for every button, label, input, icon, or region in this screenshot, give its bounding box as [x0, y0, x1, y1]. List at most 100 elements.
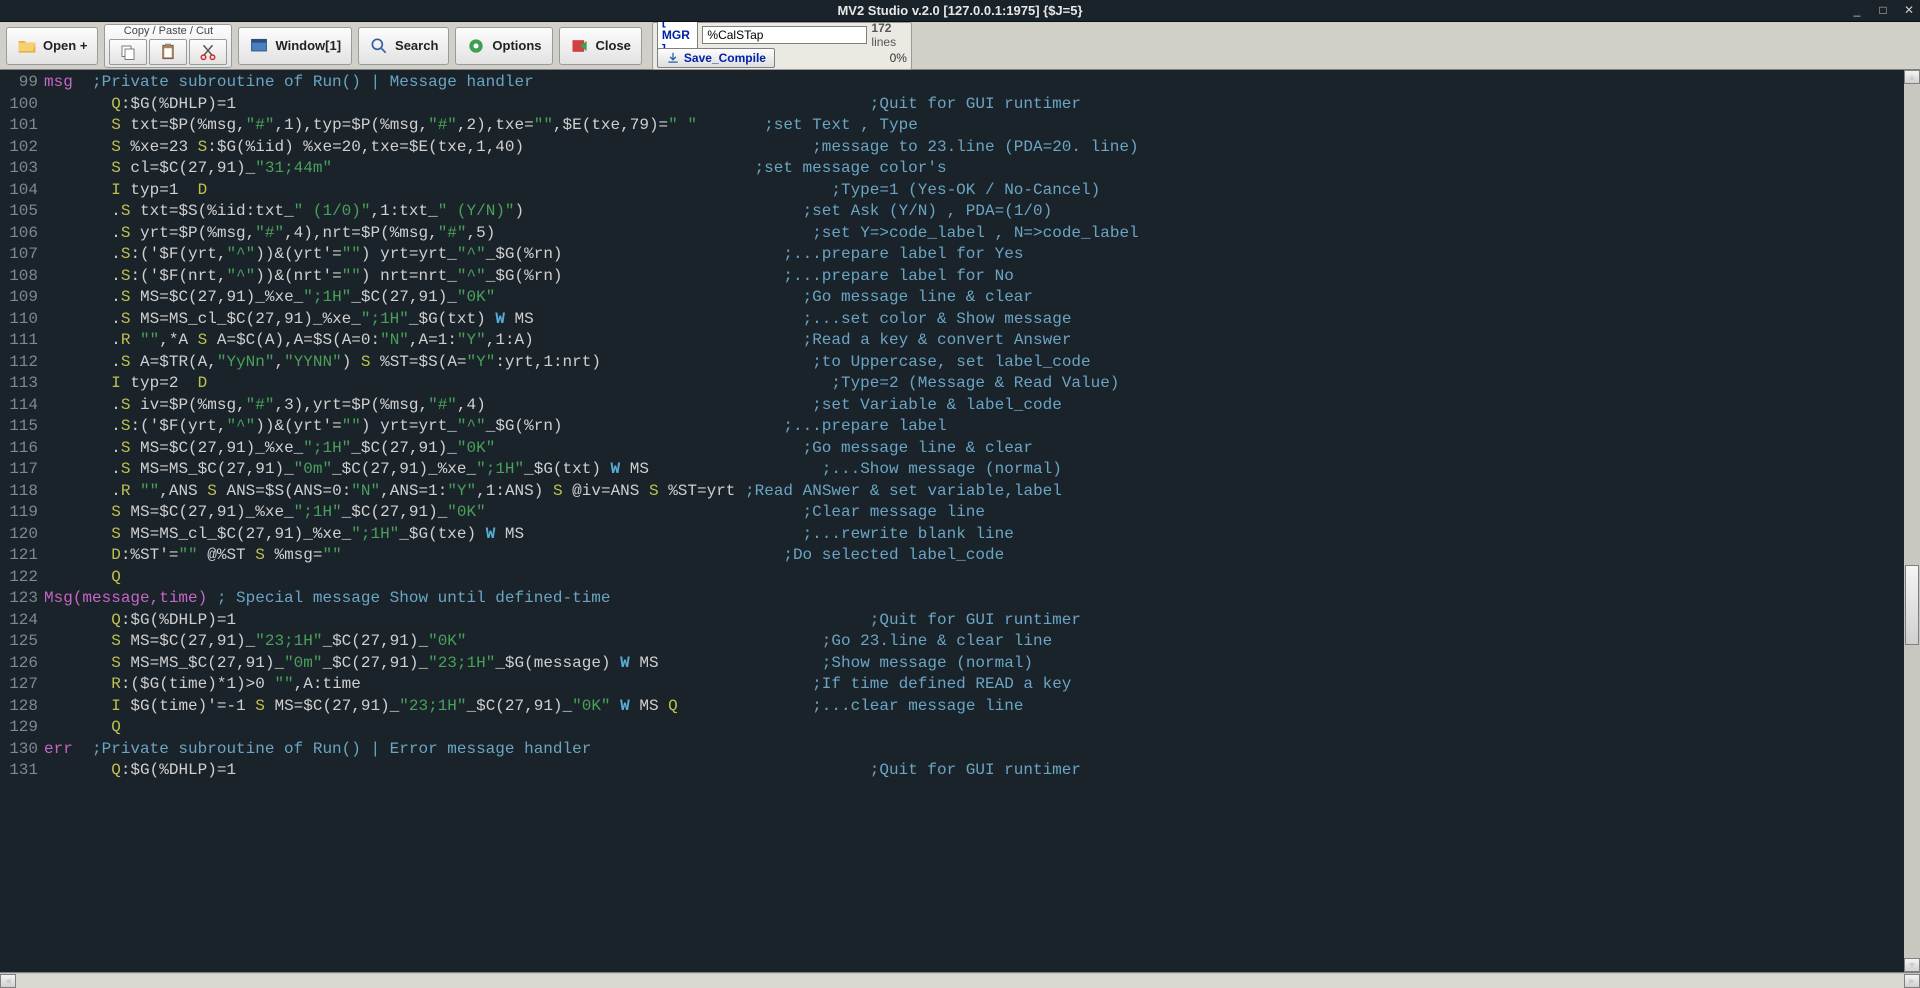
line-number: 118: [0, 481, 44, 503]
paste-button[interactable]: [149, 39, 187, 65]
cut-button[interactable]: [189, 39, 227, 65]
window-label: Window[1]: [275, 38, 341, 53]
code-line[interactable]: 130err ;Private subroutine of Run() | Er…: [0, 739, 1920, 761]
vscroll-thumb[interactable]: [1905, 565, 1919, 645]
scroll-right-button[interactable]: ►: [1904, 974, 1920, 988]
line-number: 124: [0, 610, 44, 632]
code-line[interactable]: 121 D:%ST'="" @%ST S %msg="" ;Do selecte…: [0, 545, 1920, 567]
save-compile-button[interactable]: Save_Compile: [657, 48, 775, 68]
maximize-button[interactable]: □: [1874, 3, 1892, 19]
search-button[interactable]: Search: [358, 27, 449, 65]
code-line[interactable]: 124 Q:$G(%DHLP)=1 ;Quit for GUI runtimer: [0, 610, 1920, 632]
window-title: MV2 Studio v.2.0 [127.0.0.1:1975] {$J=5}: [837, 3, 1082, 18]
line-number: 125: [0, 631, 44, 653]
window-button[interactable]: Window[1]: [238, 27, 352, 65]
hscroll-track[interactable]: [16, 974, 1904, 988]
line-number: 112: [0, 352, 44, 374]
line-number: 109: [0, 287, 44, 309]
close-icon: [570, 36, 590, 56]
code-line[interactable]: 108 .S:('$F(nrt,"^"))&(nrt'="") nrt=nrt_…: [0, 266, 1920, 288]
code-line[interactable]: 127 R:($G(time)*1)>0 "",A:time ;If time …: [0, 674, 1920, 696]
line-number: 123: [0, 588, 44, 610]
code-line[interactable]: 105 .S txt=$S(%iid:txt_" (1/0)",1:txt_" …: [0, 201, 1920, 223]
code-line[interactable]: 129 Q: [0, 717, 1920, 739]
code-line[interactable]: 107 .S:('$F(yrt,"^"))&(yrt'="") yrt=yrt_…: [0, 244, 1920, 266]
scroll-down-button[interactable]: ▼: [1904, 958, 1920, 972]
vertical-scrollbar[interactable]: ▲ ▼: [1904, 70, 1920, 972]
save-label: Save_Compile: [684, 51, 766, 65]
close-window-button[interactable]: ✕: [1900, 3, 1918, 19]
code-line[interactable]: 111 .R "",*A S A=$C(A),A=$S(A=0:"N",A=1:…: [0, 330, 1920, 352]
line-number: 120: [0, 524, 44, 546]
line-number: 126: [0, 653, 44, 675]
line-number: 105: [0, 201, 44, 223]
line-number: 110: [0, 309, 44, 331]
line-number: 106: [0, 223, 44, 245]
code-line[interactable]: 100 Q:$G(%DHLP)=1 ;Quit for GUI runtimer: [0, 94, 1920, 116]
code-line[interactable]: 125 S MS=$C(27,91)_"23;1H"_$C(27,91)_"0K…: [0, 631, 1920, 653]
search-icon: [369, 36, 389, 56]
options-label: Options: [492, 38, 541, 53]
code-line[interactable]: 122 Q: [0, 567, 1920, 589]
code-line[interactable]: 113 I typ=2 D ;Type=2 (Message & Read Va…: [0, 373, 1920, 395]
line-number: 102: [0, 137, 44, 159]
code-line[interactable]: 123Msg(message,time) ; Special message S…: [0, 588, 1920, 610]
code-line[interactable]: 120 S MS=MS_cl_$C(27,91)_%xe_";1H"_$G(tx…: [0, 524, 1920, 546]
line-number: 130: [0, 739, 44, 761]
progress-display: 0%: [890, 51, 907, 65]
line-number: 116: [0, 438, 44, 460]
code-line[interactable]: 128 I $G(time)'=-1 S MS=$C(27,91)_"23;1H…: [0, 696, 1920, 718]
line-number: 127: [0, 674, 44, 696]
lines-count: 172: [871, 21, 891, 35]
code-line[interactable]: 110 .S MS=MS_cl_$C(27,91)_%xe_";1H"_$G(t…: [0, 309, 1920, 331]
code-line[interactable]: 103 S cl=$C(27,91)_"31;44m" ;set message…: [0, 158, 1920, 180]
line-number: 114: [0, 395, 44, 417]
code-line[interactable]: 117 .S MS=MS_$C(27,91)_"0m"_$C(27,91)_%x…: [0, 459, 1920, 481]
line-number: 121: [0, 545, 44, 567]
close-label: Close: [596, 38, 631, 53]
close-button[interactable]: Close: [559, 27, 642, 65]
code-line[interactable]: 99msg ;Private subroutine of Run() | Mes…: [0, 72, 1920, 94]
copy-button[interactable]: [109, 39, 147, 65]
line-number: 100: [0, 94, 44, 116]
scroll-up-button[interactable]: ▲: [1904, 70, 1920, 84]
code-line[interactable]: 101 S txt=$P(%msg,"#",1),typ=$P(%msg,"#"…: [0, 115, 1920, 137]
line-number: 128: [0, 696, 44, 718]
minimize-button[interactable]: _: [1848, 3, 1866, 19]
options-gear-icon: [466, 36, 486, 56]
line-number: 104: [0, 180, 44, 202]
scroll-left-button[interactable]: ◄: [0, 974, 16, 988]
copy-icon: [119, 43, 137, 61]
search-label: Search: [395, 38, 438, 53]
line-number: 111: [0, 330, 44, 352]
code-line[interactable]: 116 .S MS=$C(27,91)_%xe_";1H"_$C(27,91)_…: [0, 438, 1920, 460]
line-number: 107: [0, 244, 44, 266]
code-line[interactable]: 109 .S MS=$C(27,91)_%xe_";1H"_$C(27,91)_…: [0, 287, 1920, 309]
code-line[interactable]: 126 S MS=MS_$C(27,91)_"0m"_$C(27,91)_"23…: [0, 653, 1920, 675]
cut-icon: [199, 43, 217, 61]
open-button[interactable]: Open +: [6, 27, 98, 65]
code-line[interactable]: 112 .S A=$TR(A,"YyNn","YYNN") S %ST=$S(A…: [0, 352, 1920, 374]
code-line[interactable]: 102 S %xe=23 S:$G(%iid) %xe=20,txe=$E(tx…: [0, 137, 1920, 159]
save-icon: [666, 51, 680, 65]
line-number: 129: [0, 717, 44, 739]
line-number: 122: [0, 567, 44, 589]
horizontal-scrollbar[interactable]: ◄ ►: [0, 972, 1920, 988]
code-line[interactable]: 119 S MS=$C(27,91)_%xe_";1H"_$C(27,91)_"…: [0, 502, 1920, 524]
vscroll-track[interactable]: [1904, 84, 1920, 958]
line-number: 115: [0, 416, 44, 438]
file-info-panel: [ MGR ] 172 lines Save_Compile 0%: [652, 22, 912, 70]
line-number: 101: [0, 115, 44, 137]
code-editor[interactable]: 99msg ;Private subroutine of Run() | Mes…: [0, 70, 1920, 972]
open-label: Open +: [43, 38, 87, 53]
code-line[interactable]: 104 I typ=1 D ;Type=1 (Yes-OK / No-Cance…: [0, 180, 1920, 202]
copy-paste-cut-group: Copy / Paste / Cut: [104, 24, 232, 68]
code-line[interactable]: 106 .S yrt=$P(%msg,"#",4),nrt=$P(%msg,"#…: [0, 223, 1920, 245]
code-line[interactable]: 131 Q:$G(%DHLP)=1 ;Quit for GUI runtimer: [0, 760, 1920, 782]
options-button[interactable]: Options: [455, 27, 552, 65]
code-line[interactable]: 118 .R "",ANS S ANS=$S(ANS=0:"N",ANS=1:"…: [0, 481, 1920, 503]
code-line[interactable]: 114 .S iv=$P(%msg,"#",3),yrt=$P(%msg,"#"…: [0, 395, 1920, 417]
filename-input[interactable]: [702, 26, 867, 44]
code-line[interactable]: 115 .S:('$F(yrt,"^"))&(yrt'="") yrt=yrt_…: [0, 416, 1920, 438]
cp-label: Copy / Paste / Cut: [105, 25, 231, 37]
